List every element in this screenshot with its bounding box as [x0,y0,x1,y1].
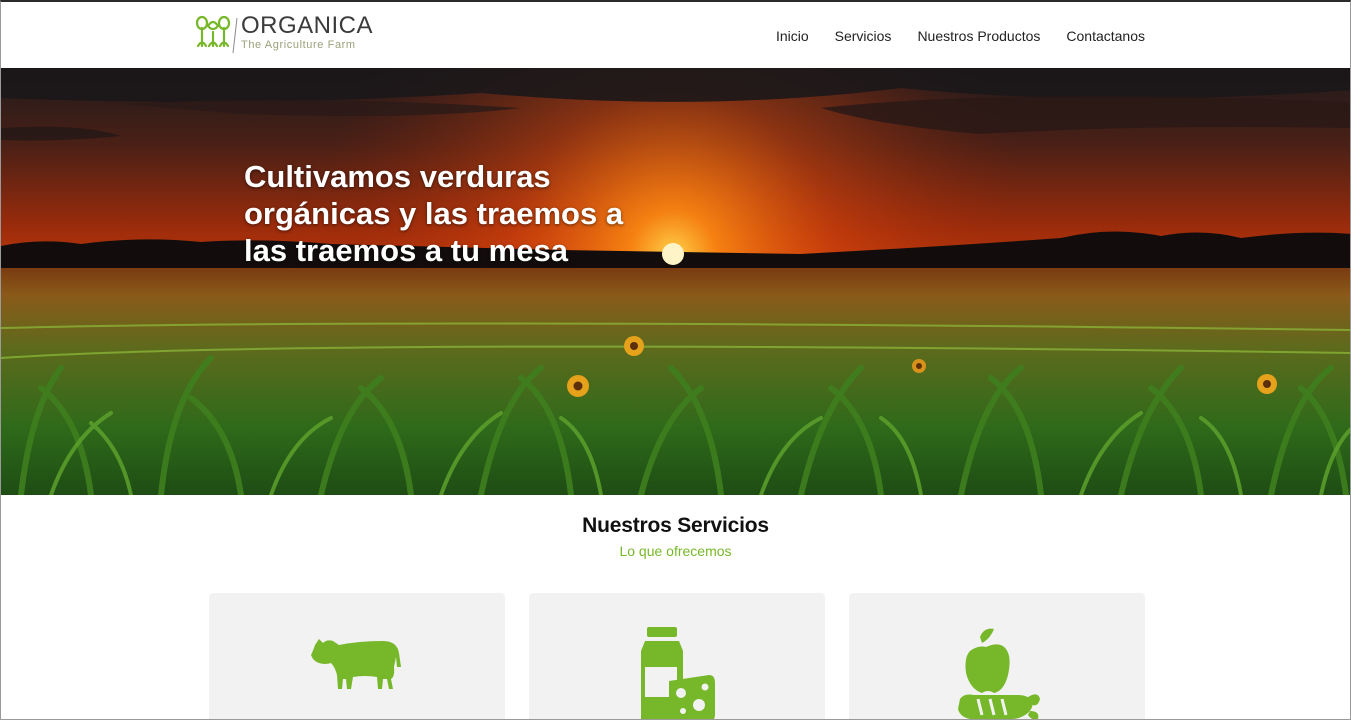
browser-viewport: ORGANICA The Agriculture Farm Inicio Ser… [0,0,1351,720]
brand-logo[interactable]: ORGANICA The Agriculture Farm [195,14,373,54]
plant-logo-icon [195,15,231,48]
nav-item-inicio[interactable]: Inicio [776,28,809,44]
nav-item-contactanos[interactable]: Contactanos [1066,28,1145,44]
service-card-dairy[interactable] [529,593,825,719]
services-cards [209,593,1145,719]
cow-icon [311,639,401,689]
brand-tagline: The Agriculture Farm [241,39,356,51]
dairy-products-icon [641,627,715,719]
hero-banner: Cultivamos verduras orgánicas y las trae… [1,68,1350,495]
service-card-vegetables[interactable] [849,593,1145,719]
logo-divider [232,17,238,54]
nav-item-nuestros-productos[interactable]: Nuestros Productos [917,28,1040,44]
services-title: Nuestros Servicios [582,514,769,537]
main-nav: Inicio Servicios Nuestros Productos Cont… [776,28,1145,44]
brand-name: ORGANICA [241,12,374,39]
hero-title: Cultivamos verduras orgánicas y las trae… [244,159,624,268]
vegetables-icon [958,628,1040,719]
sunset-cornfield-image [1,68,1350,495]
services-section: Nuestros Servicios Lo que ofrecemos [1,514,1350,719]
service-card-livestock[interactable] [209,593,505,719]
services-subtitle: Lo que ofrecemos [619,543,732,559]
nav-item-servicios[interactable]: Servicios [835,28,892,44]
site-header: ORGANICA The Agriculture Farm Inicio Ser… [1,2,1350,68]
